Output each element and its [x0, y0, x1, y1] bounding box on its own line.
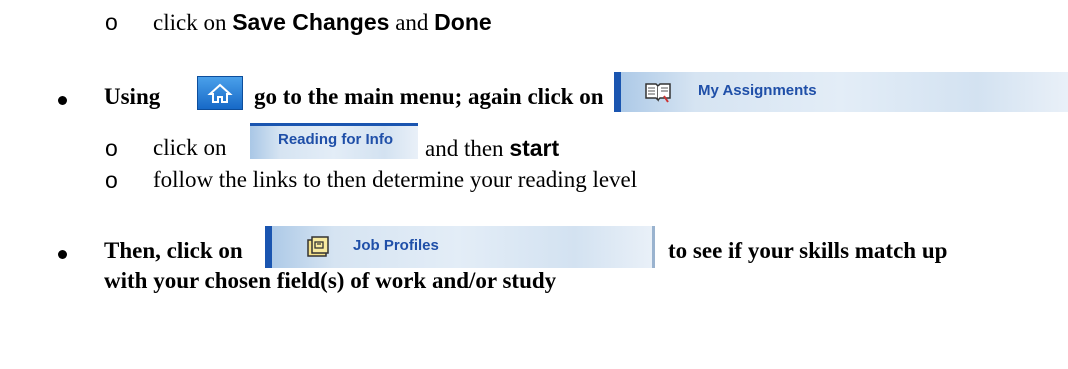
home-icon	[207, 83, 233, 103]
instruction-follow-links: follow the links to then determine your …	[153, 167, 638, 192]
my-assignments-label: My Assignments	[698, 82, 817, 99]
done-label: Done	[434, 9, 492, 35]
reading-for-info-label: Reading for Info	[278, 131, 393, 148]
job-profiles-button[interactable]: Job Profiles	[265, 226, 655, 268]
sub-bullet: o	[105, 135, 118, 161]
sub-bullet: o	[105, 167, 118, 193]
my-assignments-button[interactable]: My Assignments	[614, 72, 1068, 112]
instruction-click-on: click on	[153, 135, 227, 160]
save-changes-label: Save Changes	[232, 9, 390, 35]
button-edge	[614, 72, 621, 112]
bullet	[58, 96, 67, 105]
instruction-start: and then start	[425, 135, 560, 161]
instruction-then-click: Then, click on	[104, 238, 243, 263]
job-profiles-label: Job Profiles	[353, 237, 439, 254]
home-button[interactable]	[197, 76, 243, 110]
button-edge	[265, 226, 272, 268]
book-icon	[645, 83, 671, 103]
instruction-main-menu: go to the main menu; again click on	[254, 84, 604, 109]
start-label: start	[509, 135, 560, 161]
bullet	[58, 250, 67, 259]
sub-bullet: o	[105, 9, 118, 35]
instruction-skills-match: to see if your skills match up	[668, 238, 948, 263]
instruction-chosen-field: with your chosen field(s) of work and/or…	[104, 268, 557, 293]
reading-for-info-button[interactable]: Reading for Info	[250, 123, 418, 159]
folder-icon	[307, 236, 329, 257]
instruction-using: Using	[104, 84, 161, 109]
instruction-save: click on Save Changes and Done	[153, 9, 492, 35]
